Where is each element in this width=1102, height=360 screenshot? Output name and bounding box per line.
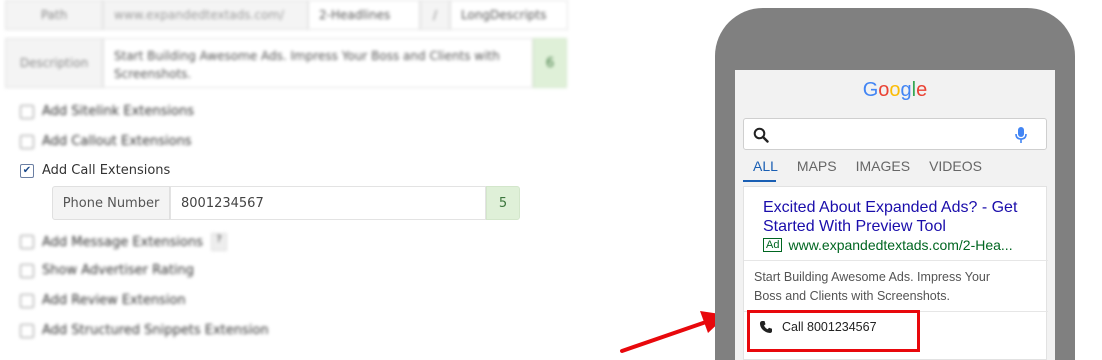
- ad-headline-line1: Excited About Expanded Ads? - Get: [763, 199, 1018, 216]
- ad-badge: Ad: [763, 238, 783, 252]
- search-tabs: ALL MAPS IMAGES VIDEOS: [753, 158, 982, 174]
- logo-letter: G: [862, 79, 879, 101]
- microphone-icon[interactable]: [1014, 126, 1028, 144]
- ad-description: Start Building Awesome Ads. Impress Your…: [754, 268, 1044, 306]
- tab-images[interactable]: IMAGES: [856, 158, 910, 174]
- logo-letter: g: [900, 79, 912, 101]
- logo-letter: o: [878, 79, 890, 101]
- logo-letter: o: [889, 79, 901, 101]
- ad-url-row: Ad www.expandedtextads.com/2-Hea...: [763, 237, 1013, 253]
- ad-description-line1: Start Building Awesome Ads. Impress Your: [754, 270, 991, 284]
- call-highlight-box: [747, 310, 920, 352]
- ad-headline-line2: Started With Preview Tool: [763, 218, 946, 235]
- ad-headline[interactable]: Excited About Expanded Ads? - Get Starte…: [763, 198, 1043, 236]
- tab-videos[interactable]: VIDEOS: [929, 158, 982, 174]
- tab-maps[interactable]: MAPS: [797, 158, 837, 174]
- google-logo: Google: [735, 79, 1055, 102]
- logo-letter: e: [916, 79, 928, 101]
- ad-display-url[interactable]: www.expandedtextads.com/2-Hea...: [788, 237, 1012, 253]
- tab-all[interactable]: ALL: [753, 158, 778, 174]
- card-divider: [744, 260, 1048, 261]
- search-icon: [753, 127, 769, 143]
- active-tab-indicator: [743, 180, 776, 182]
- ad-description-line2: Boss and Clients with Screenshots.: [754, 289, 950, 303]
- search-bar[interactable]: [743, 118, 1047, 150]
